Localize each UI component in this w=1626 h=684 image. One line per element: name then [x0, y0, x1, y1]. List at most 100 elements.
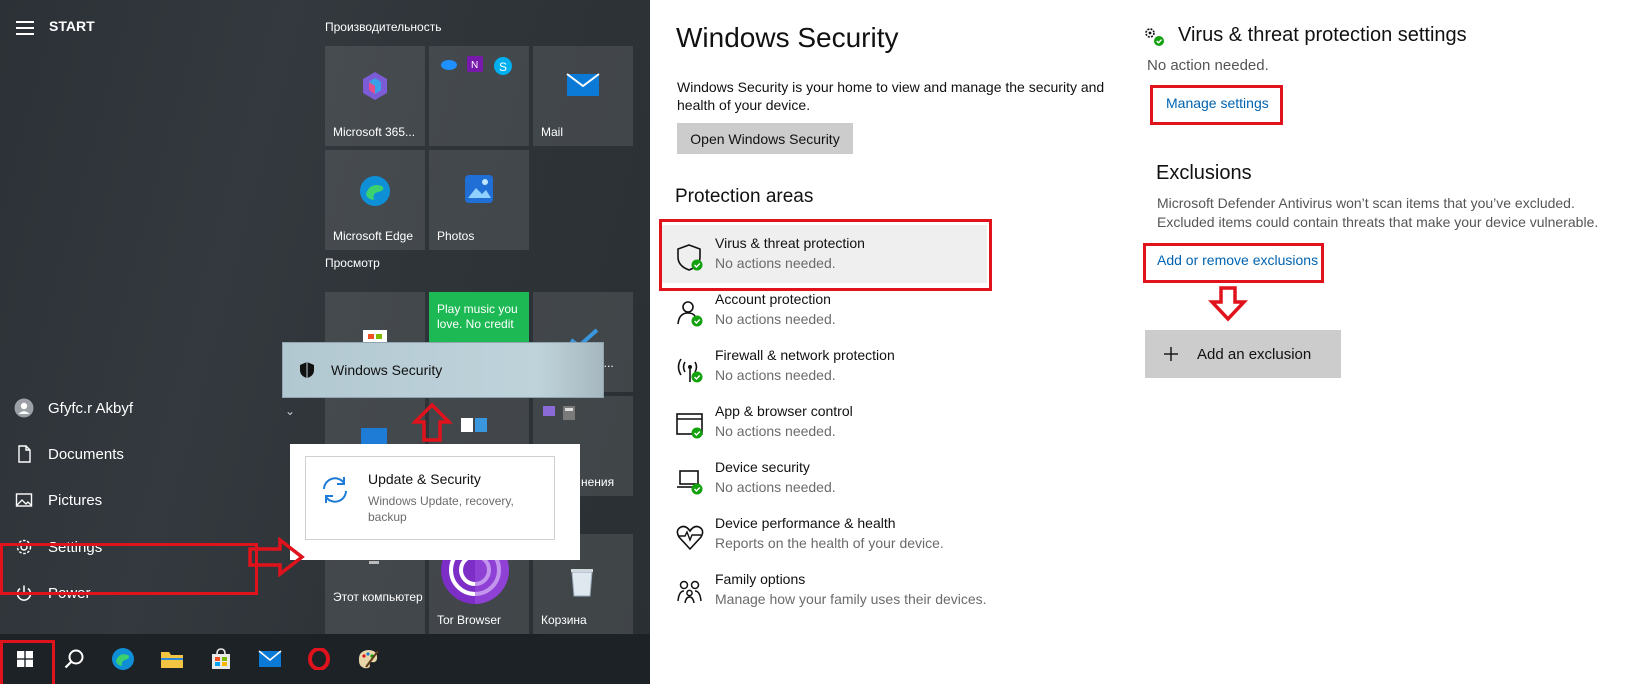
- tile-photos[interactable]: Photos: [429, 150, 529, 250]
- small-app-icons: [543, 406, 575, 420]
- area-title: Firewall & network protection: [715, 347, 895, 363]
- tile-label: Microsoft Edge: [333, 229, 414, 243]
- onedrive-icon: [441, 60, 457, 70]
- area-title: Device security: [715, 459, 810, 475]
- annotation-arrow-right-icon: [248, 537, 305, 577]
- annotation-box-settings: [0, 543, 258, 595]
- update-security-popup: Update & Security Windows Update, recove…: [290, 444, 580, 560]
- taskbar-paint[interactable]: [343, 634, 392, 684]
- annotation-box-exclusions: [1143, 243, 1324, 283]
- annotation-box-start-button: [0, 640, 55, 684]
- shield-icon: [283, 361, 331, 379]
- taskbar-edge[interactable]: [98, 634, 147, 684]
- exclusions-heading: Exclusions: [1156, 162, 1252, 184]
- mail-icon: [533, 70, 633, 98]
- document-icon: [0, 444, 48, 464]
- windows-security-flyout[interactable]: Windows Security: [282, 342, 604, 398]
- family-icon: [676, 579, 706, 609]
- tile-label: Mail: [541, 125, 564, 139]
- laptop-icon: [676, 467, 706, 497]
- taskbar-store[interactable]: [196, 634, 245, 684]
- area-status: No actions needed.: [715, 479, 836, 495]
- update-security-card[interactable]: Update & Security Windows Update, recove…: [305, 456, 555, 540]
- tile-office-apps-folder[interactable]: N S: [429, 46, 529, 146]
- taskbar: [0, 634, 650, 684]
- annotation-box-manage-settings: [1150, 85, 1283, 125]
- svg-text:N: N: [471, 60, 478, 71]
- skype-icon: S: [494, 57, 512, 75]
- update-security-title: Update & Security: [368, 471, 481, 487]
- page-title: Windows Security: [676, 22, 899, 53]
- photos-icon: [429, 174, 529, 204]
- tile-label: Этот компьютер: [333, 590, 423, 604]
- open-windows-security-button[interactable]: Open Windows Security: [677, 123, 853, 154]
- exclusions-desc-line-2: Excluded items could contain threats tha…: [1157, 214, 1599, 230]
- office-apps-icons: N S: [439, 56, 513, 76]
- rail-item-documents[interactable]: Documents: [0, 432, 258, 476]
- protection-areas-heading: Protection areas: [675, 186, 814, 207]
- tile-label: Tor Browser: [437, 613, 502, 627]
- virus-threat-settings-panel: Virus & threat protection settings No ac…: [1140, 0, 1626, 684]
- rail-user-label: Gfyfc.r Akbyf: [48, 399, 134, 417]
- app-group-icon: [459, 416, 489, 436]
- rail-item-user[interactable]: Gfyfc.r Akbyf: [0, 386, 258, 430]
- tile-microsoft-365[interactable]: Microsoft 365...: [325, 46, 425, 146]
- area-device-security[interactable]: Device security No actions needed.: [662, 449, 987, 507]
- rail-pictures-label: Pictures: [48, 491, 103, 509]
- annotation-arrow-up-icon: [412, 402, 452, 442]
- hamburger-menu-icon[interactable]: [16, 21, 34, 35]
- taskbar-file-explorer[interactable]: [147, 634, 196, 684]
- area-status: Manage how your family uses their device…: [715, 591, 987, 607]
- sync-icon: [318, 473, 352, 512]
- rail-item-pictures[interactable]: Pictures: [0, 478, 258, 522]
- taskbar-opera[interactable]: [294, 634, 343, 684]
- area-device-performance-health[interactable]: Device performance & health Reports on t…: [662, 505, 987, 563]
- windows-security-panel: Windows Security Windows Security is you…: [650, 0, 1140, 684]
- picture-icon: [0, 490, 48, 510]
- add-exclusion-label: Add an exclusion: [1197, 345, 1312, 363]
- virus-settings-status: No action needed.: [1147, 57, 1269, 74]
- app-blue-icon: [359, 426, 389, 446]
- heart-pulse-icon: [676, 523, 706, 553]
- area-status: No actions needed.: [715, 423, 836, 439]
- chevron-down-icon[interactable]: ⌄: [285, 404, 295, 418]
- calculator-icon: [563, 406, 575, 420]
- area-status: No actions needed.: [715, 367, 836, 383]
- add-exclusion-button[interactable]: Add an exclusion: [1145, 330, 1341, 378]
- area-title: Family options: [715, 571, 806, 587]
- person-icon: [676, 299, 706, 329]
- windows-security-flyout-label: Windows Security: [331, 362, 443, 378]
- start-title: START: [49, 18, 95, 34]
- tile-label: Microsoft 365...: [333, 125, 416, 139]
- wifi-antenna-icon: [676, 355, 706, 385]
- tile-mail[interactable]: Mail: [533, 46, 633, 146]
- area-title: App & browser control: [715, 403, 853, 419]
- paint-palette-icon: [358, 650, 379, 669]
- svg-text:S: S: [499, 60, 507, 74]
- mail-icon: [257, 650, 282, 667]
- area-firewall-network-protection[interactable]: Firewall & network protection No actions…: [662, 337, 987, 395]
- group-label-explore: Просмотр: [325, 256, 380, 270]
- opera-icon: [307, 648, 330, 670]
- area-status: No actions needed.: [715, 311, 836, 327]
- start-menu: START Gfyfc.r Akbyf Documents Pictures S…: [0, 0, 650, 684]
- edge-icon: [325, 174, 425, 208]
- search-icon: [64, 649, 83, 669]
- area-app-browser-control[interactable]: App & browser control No actions needed.: [662, 393, 987, 451]
- spotify-promo-text: Play music you love. No credit: [437, 302, 518, 331]
- tile-microsoft-edge[interactable]: Microsoft Edge: [325, 150, 425, 250]
- area-family-options[interactable]: Family options Manage how your family us…: [662, 561, 987, 619]
- update-security-subtitle: Windows Update, recovery, backup: [368, 494, 514, 524]
- small-app-icon: [543, 406, 555, 416]
- gears-icon: [1143, 26, 1167, 53]
- taskbar-mail[interactable]: [245, 634, 294, 684]
- area-title: Device performance & health: [715, 515, 896, 531]
- group-label-productivity: Производительность: [325, 20, 442, 34]
- avatar-icon: [0, 398, 48, 418]
- area-status: Reports on the health of your device.: [715, 535, 944, 551]
- plus-icon: [1145, 346, 1197, 362]
- search-button[interactable]: [49, 634, 98, 684]
- edge-icon: [111, 648, 134, 670]
- exclusions-desc-line-1: Microsoft Defender Antivirus won’t scan …: [1157, 195, 1575, 211]
- annotation-box-virus-threat: [659, 219, 992, 291]
